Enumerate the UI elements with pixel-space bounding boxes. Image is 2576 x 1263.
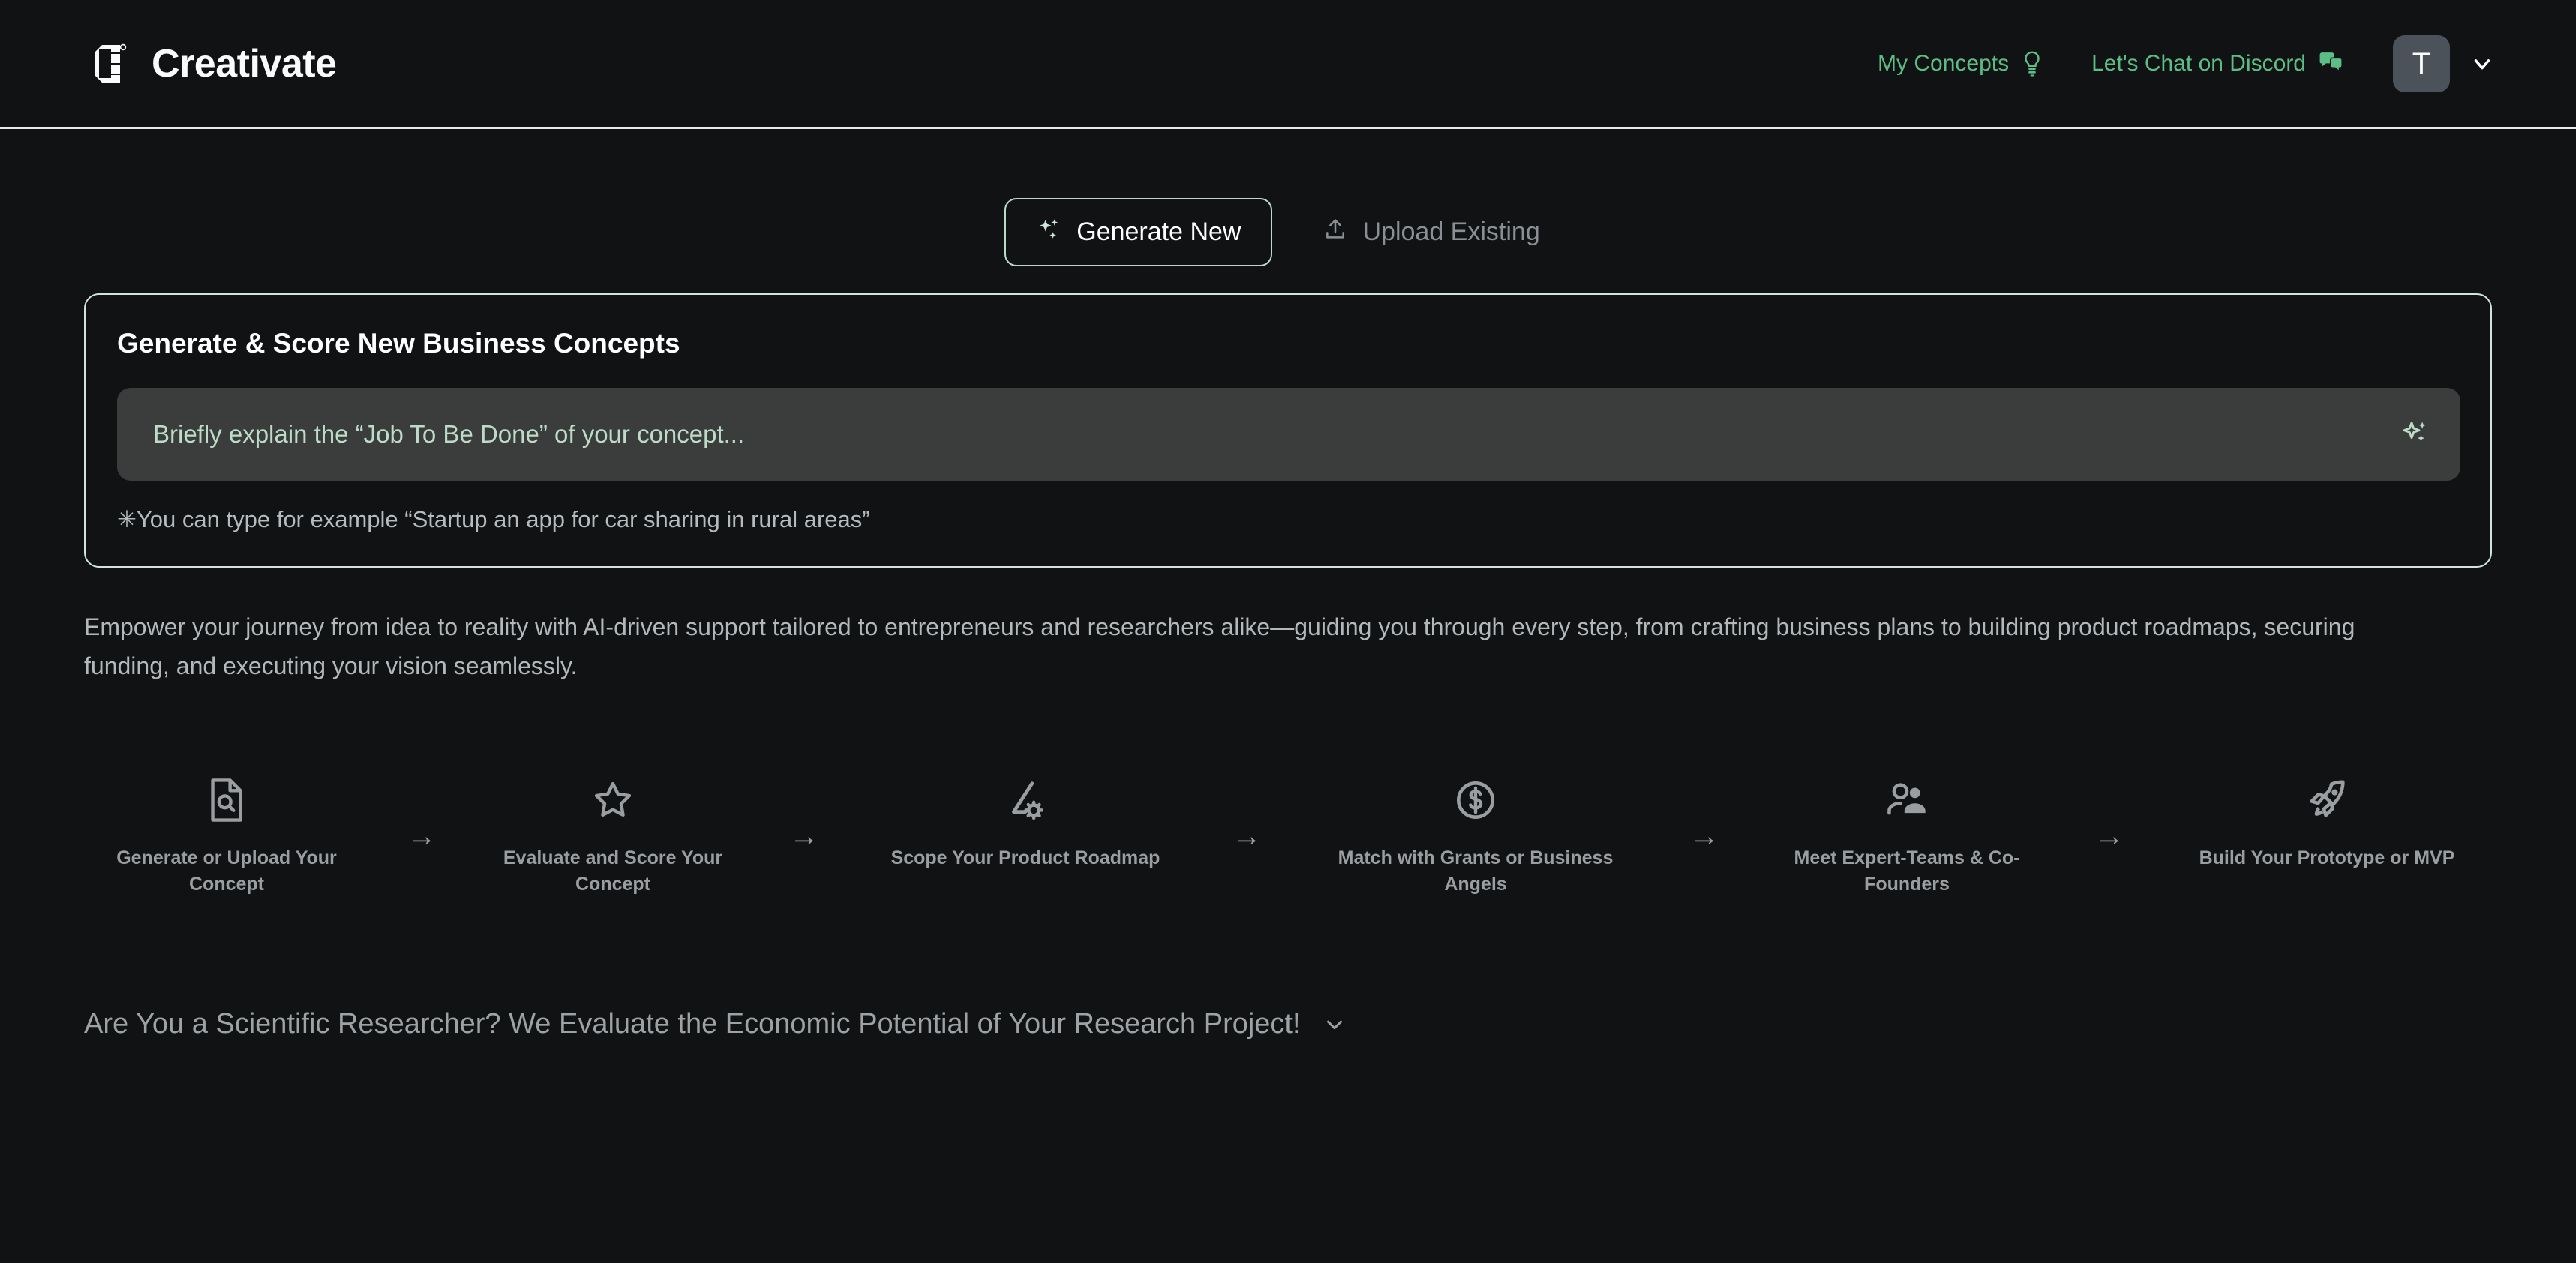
step-label: Generate or Upload Your Concept: [116, 847, 337, 896]
step-build-prototype: Build Your Prototype or MVP: [2177, 775, 2477, 872]
nav-discord-chat-label: Let's Chat on Discord: [2091, 51, 2306, 76]
concept-input[interactable]: [153, 420, 2400, 448]
step-label: Meet Expert-Teams & Co-Founders: [1794, 847, 2020, 896]
step-arrow: →: [2094, 819, 2124, 853]
card-title: Generate & Score New Business Concepts: [117, 328, 680, 358]
researcher-accordion-title: Are You a Scientific Researcher? We Eval…: [84, 1007, 1301, 1040]
avatar-initial: T: [2412, 46, 2431, 80]
dollar-circle-icon: [1454, 775, 1497, 826]
creativate-logo-mark-icon: [84, 40, 131, 87]
step-arrow: →: [407, 819, 437, 853]
rocket-icon: [2305, 775, 2349, 826]
app-header: Creativate My Concepts Let's Chat on Dis…: [0, 0, 2576, 129]
step-evaluate-and-score: Evaluate and Score Your Concept: [489, 775, 737, 898]
avatar[interactable]: T: [2393, 35, 2450, 92]
mode-tabs: Generate New Upload Existing: [84, 198, 2492, 266]
ruler-gear-icon: [1004, 775, 1047, 826]
researcher-accordion[interactable]: Are You a Scientific Researcher? We Eval…: [84, 1008, 2492, 1040]
step-label: Build Your Prototype or MVP: [2199, 847, 2455, 868]
document-search-icon: [206, 775, 247, 826]
sparkles-icon: [1036, 216, 1061, 248]
step-arrow: →: [1232, 819, 1262, 853]
users-icon: [1884, 775, 1929, 826]
step-label: Match with Grants or Business Angels: [1338, 847, 1614, 896]
brand-name: Creativate: [152, 42, 337, 86]
nav-my-concepts[interactable]: My Concepts: [1878, 51, 2043, 76]
tab-generate-new[interactable]: Generate New: [1004, 198, 1273, 266]
step-match-grants: Match with Grants or Business Angels: [1314, 775, 1637, 898]
step-label: Evaluate and Score Your Concept: [503, 847, 723, 896]
chevron-down-icon[interactable]: [2469, 51, 2495, 76]
sparkles-icon[interactable]: [2400, 418, 2430, 452]
step-arrow: →: [1689, 819, 1719, 853]
card-hint: ✳You can type for example “Startup an ap…: [117, 506, 870, 532]
step-generate-or-upload: Generate or Upload Your Concept: [99, 775, 354, 898]
page-description: Empower your journey from idea to realit…: [84, 614, 2355, 680]
step-scope-roadmap: Scope Your Product Roadmap: [872, 775, 1179, 872]
chevron-down-icon[interactable]: [1322, 1011, 1347, 1036]
concept-input-wrapper[interactable]: [117, 388, 2460, 481]
nav-discord-chat[interactable]: Let's Chat on Discord: [2091, 51, 2345, 76]
chat-bubbles-icon: [2318, 52, 2345, 76]
tab-upload-existing[interactable]: Upload Existing: [1292, 199, 1571, 266]
tab-generate-new-label: Generate New: [1076, 218, 1241, 246]
header-actions: My Concepts Let's Chat on Discord T: [1878, 35, 2495, 92]
brand[interactable]: Creativate: [84, 40, 337, 87]
nav-my-concepts-label: My Concepts: [1878, 51, 2010, 76]
main-content: Generate New Upload Existing Generate & …: [0, 198, 2576, 1040]
generate-concept-card: Generate & Score New Business Concepts ✳…: [84, 293, 2492, 568]
tab-upload-existing-label: Upload Existing: [1362, 218, 1540, 246]
star-outline-icon: [592, 775, 634, 826]
upload-icon: [1323, 217, 1347, 248]
step-label: Scope Your Product Roadmap: [890, 847, 1160, 868]
step-meet-expert-teams: Meet Expert-Teams & Co-Founders: [1772, 775, 2042, 898]
workflow-steps: Generate or Upload Your Concept → Evalua…: [84, 775, 2492, 898]
lightbulb-icon: [2021, 51, 2043, 76]
step-arrow: →: [789, 819, 819, 853]
